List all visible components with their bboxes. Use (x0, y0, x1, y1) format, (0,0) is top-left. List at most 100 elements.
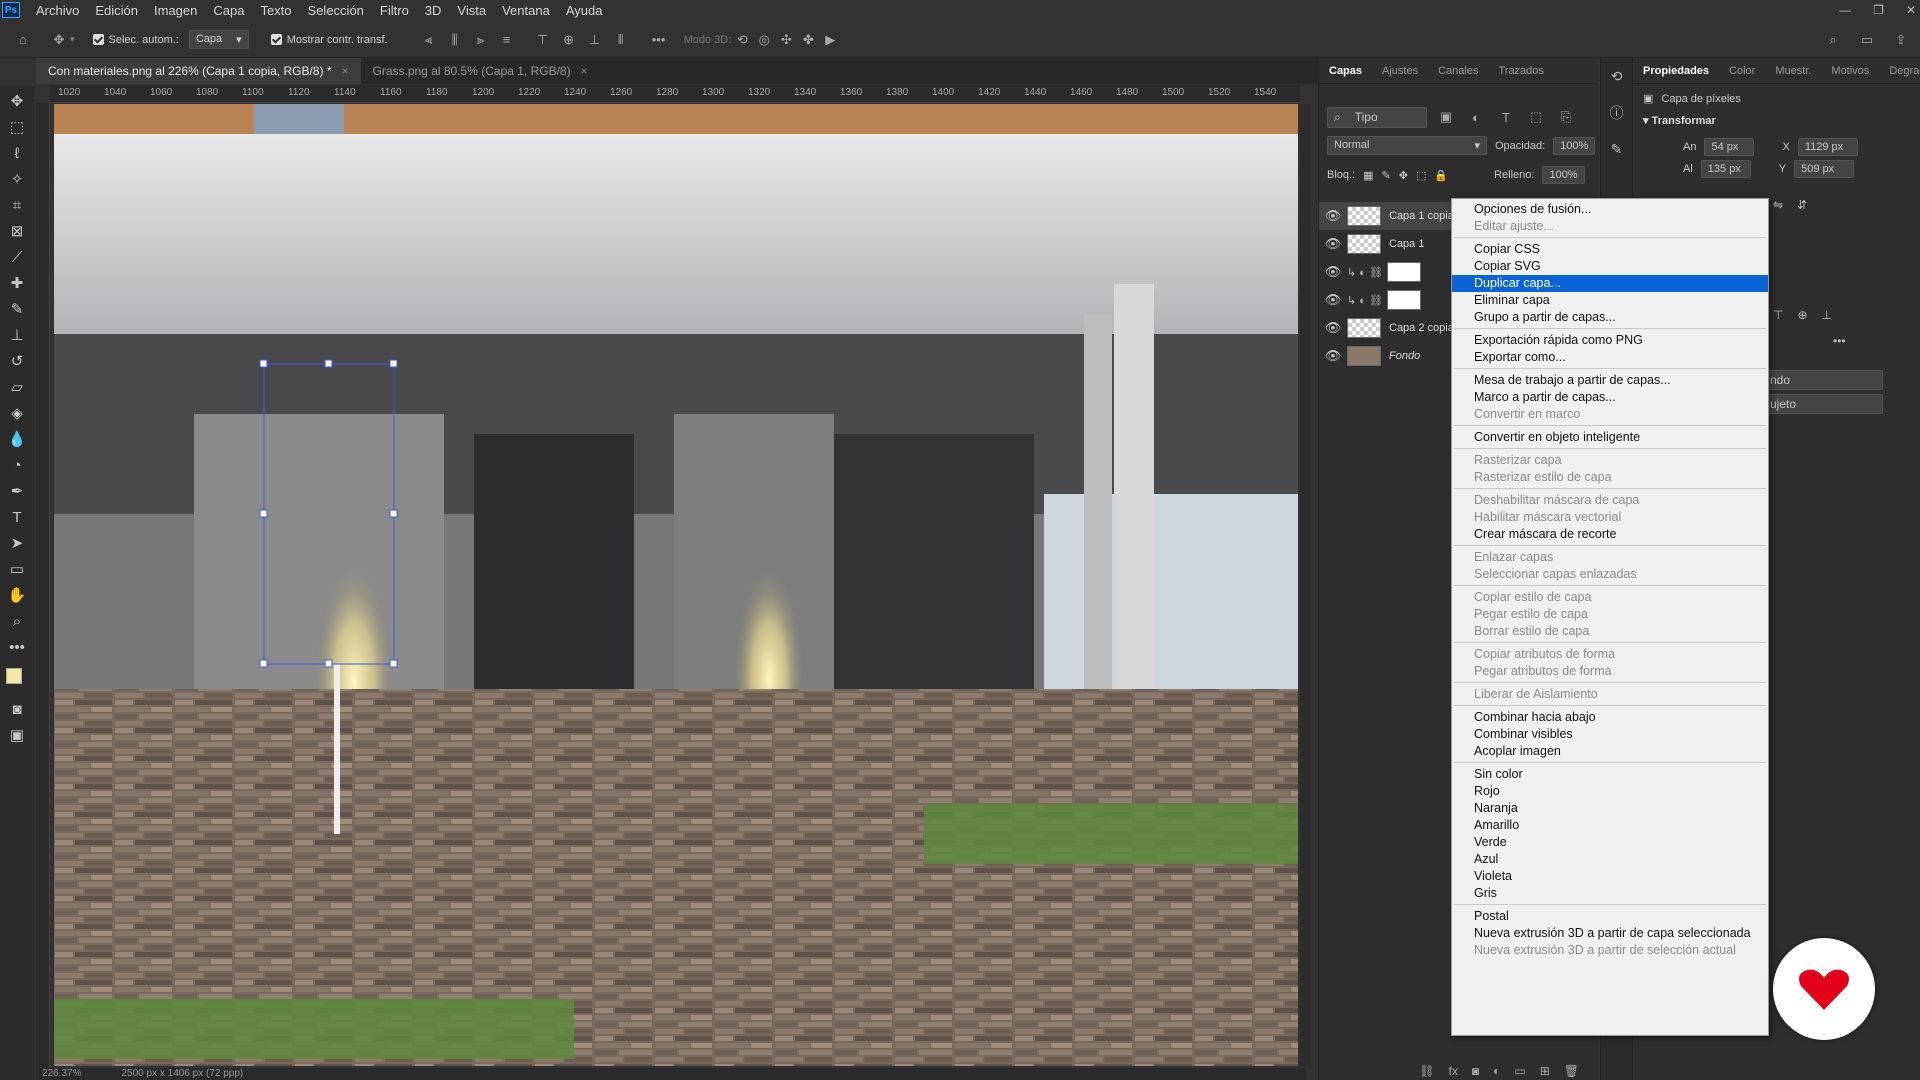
filter-adjustment-icon[interactable]: ◐ (1465, 106, 1487, 128)
tab-document-2[interactable]: Grass.png al 80.5% (Capa 1, RGB/8) × (361, 58, 600, 84)
y-input[interactable]: 509 px (1794, 160, 1855, 178)
path-selection-icon[interactable]: ➤ (4, 530, 30, 556)
color-swatches[interactable] (4, 664, 30, 696)
panel-tab[interactable]: Degrad. (1879, 65, 1920, 77)
foreground-color-swatch[interactable] (6, 668, 22, 684)
more-options-icon[interactable]: ••• (648, 29, 670, 51)
distribute-icon[interactable]: ≡ (496, 29, 518, 51)
canvas-scrollbar[interactable] (1300, 104, 1310, 1066)
distribute-vertical-icon[interactable]: ⫴ (610, 29, 632, 51)
workspace-icon[interactable]: ▭ (1856, 29, 1878, 51)
height-input[interactable]: 135 px (1700, 160, 1751, 178)
adjustment-layer-icon[interactable]: ◐ (1493, 1064, 1500, 1078)
tab-document-1[interactable]: Con materiales.png al 226% (Capa 1 copia… (36, 58, 361, 84)
dodge-tool-icon[interactable]: ◔ (4, 452, 30, 478)
visibility-eye-icon[interactable]: 👁 (1319, 320, 1347, 336)
panel-tab[interactable]: Propiedades (1633, 65, 1719, 77)
type-tool-icon[interactable]: T (4, 504, 30, 530)
history-brush-icon[interactable]: ↺ (4, 348, 30, 374)
paint-bucket-icon[interactable]: ◈ (4, 400, 30, 426)
blur-tool-icon[interactable]: 💧 (4, 426, 30, 452)
search-icon[interactable]: ⌕ (1822, 29, 1844, 51)
frame-tool-icon[interactable]: ⊠ (4, 218, 30, 244)
filter-smart-icon[interactable]: ⎘ (1555, 106, 1577, 128)
visibility-eye-icon[interactable]: 👁 (1319, 208, 1347, 224)
hand-tool-icon[interactable]: ✋ (4, 582, 30, 608)
new-group-icon[interactable]: ▭ (1514, 1064, 1525, 1078)
menu-item[interactable]: Filtro (372, 3, 417, 18)
panel-tab[interactable]: Motivos (1821, 65, 1879, 77)
panel-tab[interactable]: Trazados (1488, 65, 1553, 77)
history-icon[interactable]: ⟲ (1611, 68, 1623, 85)
brush-tool-icon[interactable]: ✎ (4, 296, 30, 322)
align-top-icon[interactable]: ⊤ (1773, 308, 1783, 322)
rectangle-tool-icon[interactable]: ▭ (4, 556, 30, 582)
visibility-eye-icon[interactable]: 👁 (1319, 236, 1347, 252)
panel-tab[interactable]: Ajustes (1372, 65, 1428, 77)
menu-item[interactable]: Capa (205, 3, 252, 18)
home-icon[interactable]: ⌂ (12, 29, 34, 51)
rotate-3d-icon[interactable]: ⟲ (731, 29, 753, 51)
select-subject-button[interactable]: ujeto (1763, 394, 1883, 414)
lock-artboard-icon[interactable]: ⬚ (1416, 169, 1426, 182)
menu-item[interactable]: Texto (252, 3, 299, 18)
context-menu-item[interactable]: Eliminar capa (1452, 292, 1768, 309)
context-menu-item[interactable]: Naranja (1452, 800, 1768, 817)
filter-pixel-icon[interactable]: ▣ (1435, 106, 1457, 128)
trash-icon[interactable]: 🗑 (1564, 1064, 1579, 1078)
close-icon[interactable]: × (581, 64, 588, 78)
context-menu-item[interactable]: Nueva extrusión 3D a partir de capa sele… (1452, 925, 1768, 942)
show-transform-checkbox[interactable] (270, 34, 282, 45)
panel-tab[interactable]: Canales (1428, 65, 1488, 77)
menu-item[interactable]: Edición (87, 3, 146, 18)
blend-mode-dropdown[interactable]: Normal ▾ (1327, 136, 1487, 155)
align-bottom-icon[interactable]: ⊥ (1822, 308, 1832, 322)
align-top-icon[interactable]: ⊤ (532, 29, 554, 51)
menu-item[interactable]: Archivo (28, 3, 87, 18)
eyedropper-icon[interactable]: ⟋ (4, 244, 30, 270)
context-menu-item[interactable]: Rojo (1452, 783, 1768, 800)
move-tool-icon[interactable]: ✥ (4, 88, 30, 114)
menu-item[interactable]: Vista (449, 3, 494, 18)
context-menu-item[interactable]: Verde (1452, 834, 1768, 851)
x-input[interactable]: 1129 px (1797, 138, 1858, 156)
auto-select-dropdown[interactable]: Capa ▾ (188, 30, 249, 49)
panel-tab[interactable]: Color (1719, 65, 1765, 77)
camera-3d-icon[interactable]: ▶ (819, 29, 841, 51)
context-menu-item[interactable]: Crear máscara de recorte (1452, 526, 1768, 543)
align-left-icon[interactable]: ⫷ (418, 29, 440, 51)
align-bottom-icon[interactable]: ⊥ (584, 29, 606, 51)
visibility-eye-icon[interactable]: 👁 (1319, 348, 1347, 364)
close-icon[interactable]: ✕ (1906, 3, 1916, 17)
panel-tab[interactable]: Muestr. (1765, 65, 1821, 77)
link-layers-icon[interactable]: ⛓ (1419, 1064, 1434, 1078)
panel-tab[interactable]: Capas (1319, 65, 1372, 77)
visibility-eye-icon[interactable]: 👁 (1319, 264, 1347, 280)
drag-3d-icon[interactable]: ✣ (775, 29, 797, 51)
move-tool-icon[interactable]: ✥ (48, 29, 70, 51)
canvas[interactable] (54, 104, 1298, 1066)
context-menu-item[interactable]: Gris (1452, 885, 1768, 902)
restore-icon[interactable]: ❐ (1873, 3, 1884, 17)
fill-input[interactable]: 100% (1542, 166, 1585, 184)
roll-3d-icon[interactable]: ◎ (753, 29, 775, 51)
magic-wand-icon[interactable]: ✧ (4, 166, 30, 192)
context-menu-item[interactable]: Azul (1452, 851, 1768, 868)
crop-tool-icon[interactable]: ⌗ (4, 192, 30, 218)
width-input[interactable]: 54 px (1704, 138, 1755, 156)
chevron-down-icon[interactable]: ▾ (1643, 115, 1649, 127)
context-menu-item[interactable]: Postal (1452, 908, 1768, 925)
lasso-tool-icon[interactable]: ℓ (4, 140, 30, 166)
menu-item[interactable]: 3D (417, 3, 450, 18)
context-menu-item[interactable]: Copiar CSS (1452, 241, 1768, 258)
context-menu-item[interactable]: Opciones de fusión... (1452, 201, 1768, 218)
select-and-mask-button[interactable]: ndo (1763, 370, 1883, 390)
new-layer-icon[interactable]: ⊞ (1540, 1064, 1550, 1078)
context-menu-item[interactable]: Grupo a partir de capas... (1452, 309, 1768, 326)
minimize-icon[interactable]: — (1839, 3, 1851, 17)
screen-mode-icon[interactable]: ▣ (4, 722, 30, 748)
close-icon[interactable]: × (341, 64, 348, 78)
menu-item[interactable]: Imagen (146, 3, 205, 18)
marquee-tool-icon[interactable]: ⬚ (4, 114, 30, 140)
pen-tool-icon[interactable]: ✒ (4, 478, 30, 504)
